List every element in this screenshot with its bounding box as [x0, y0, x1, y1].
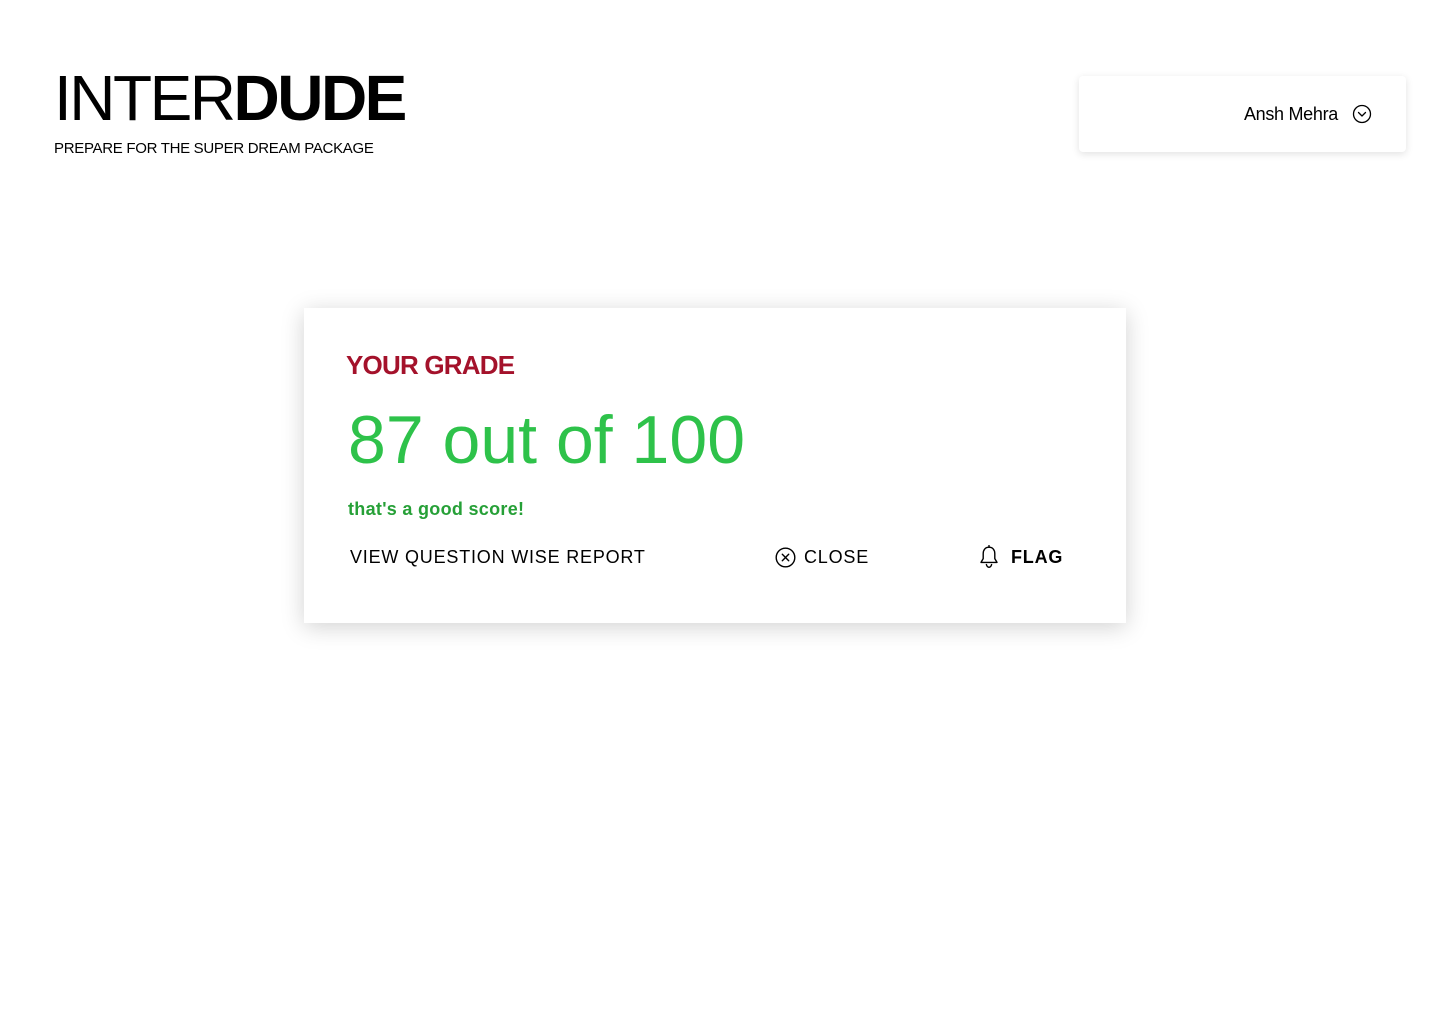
tagline: PREPARE FOR THE SUPER DREAM PACKAGE	[54, 140, 374, 157]
score-value: 87 out of 100	[348, 402, 746, 478]
score-remark: that's a good score!	[348, 499, 525, 519]
logo-bold-text: DUDE	[233, 62, 408, 134]
close-label: CLOSE	[804, 546, 870, 567]
grade-title: YOUR GRADE	[346, 350, 515, 380]
logo[interactable]: INTERDUDE	[54, 62, 408, 134]
flag-button[interactable]: FLAG	[979, 544, 1063, 570]
chevron-down-circle-icon	[1352, 104, 1372, 124]
close-circle-icon	[775, 546, 804, 568]
user-menu-button[interactable]: Ansh Mehra	[1079, 76, 1406, 152]
logo-light-text: INTER	[54, 62, 236, 134]
brand: INTERDUDE PREPARE FOR THE SUPER DREAM PA…	[54, 62, 408, 157]
view-report-label: VIEW QUESTION WISE REPORT	[350, 546, 646, 567]
flag-label: FLAG	[1011, 546, 1064, 567]
user-name: Ansh Mehra	[1243, 103, 1338, 124]
grade-card: YOUR GRADE 87 out of 100 that's a good s…	[304, 308, 1126, 623]
bell-icon	[979, 545, 1011, 569]
close-button[interactable]: CLOSE	[775, 544, 869, 570]
view-report-button[interactable]: VIEW QUESTION WISE REPORT	[350, 544, 646, 570]
